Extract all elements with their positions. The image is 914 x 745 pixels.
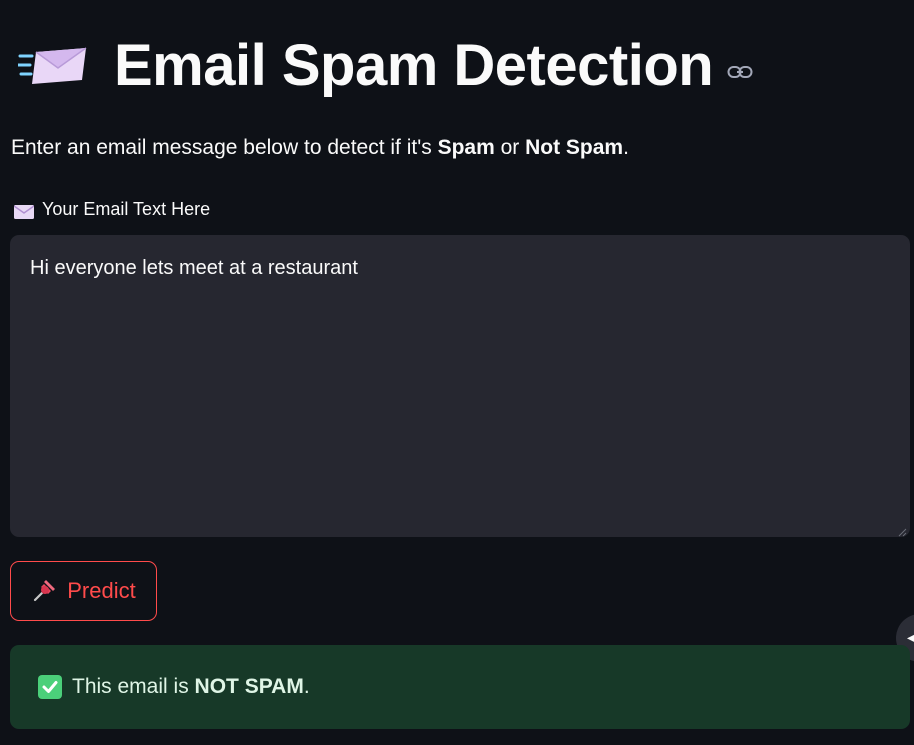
pushpin-icon: [31, 578, 57, 604]
email-text-label: Your Email Text Here: [13, 199, 211, 220]
intro-spam: Spam: [437, 136, 495, 159]
intro-not-spam: Not Spam: [525, 136, 624, 159]
predict-button[interactable]: Predict: [10, 561, 157, 621]
intro-middle: or: [494, 136, 526, 159]
email-text-input[interactable]: Hi everyone lets meet at a restaurant: [10, 235, 910, 537]
result-prefix: This email is: [72, 675, 195, 698]
result-message: This email is NOT SPAM.: [72, 675, 310, 699]
result-suffix: .: [303, 675, 310, 698]
result-alert: This email is NOT SPAM.: [10, 645, 910, 729]
envelope-with-speed-lines-icon: [16, 44, 88, 88]
link-icon[interactable]: [727, 64, 753, 80]
resize-grip-icon[interactable]: [897, 524, 907, 537]
check-mark-button-icon: [38, 675, 62, 699]
result-verdict: NOT SPAM: [194, 675, 304, 698]
email-text-area-container: Hi everyone lets meet at a restaurant: [10, 235, 910, 537]
intro-text: Enter an email message below to detect i…: [11, 136, 629, 160]
intro-suffix: .: [623, 136, 629, 159]
predict-button-label: Predict: [67, 578, 136, 603]
app-page: Email Spam Detection Enter an email mess…: [0, 0, 914, 745]
page-header: Email Spam Detection: [16, 30, 753, 102]
chevron-left-icon: ◀: [907, 629, 914, 645]
intro-prefix: Enter an email message below to detect i…: [11, 136, 438, 159]
envelope-icon: [13, 203, 35, 219]
page-title: Email Spam Detection: [114, 33, 714, 98]
email-text-label-text: Your Email Text Here: [42, 199, 211, 219]
